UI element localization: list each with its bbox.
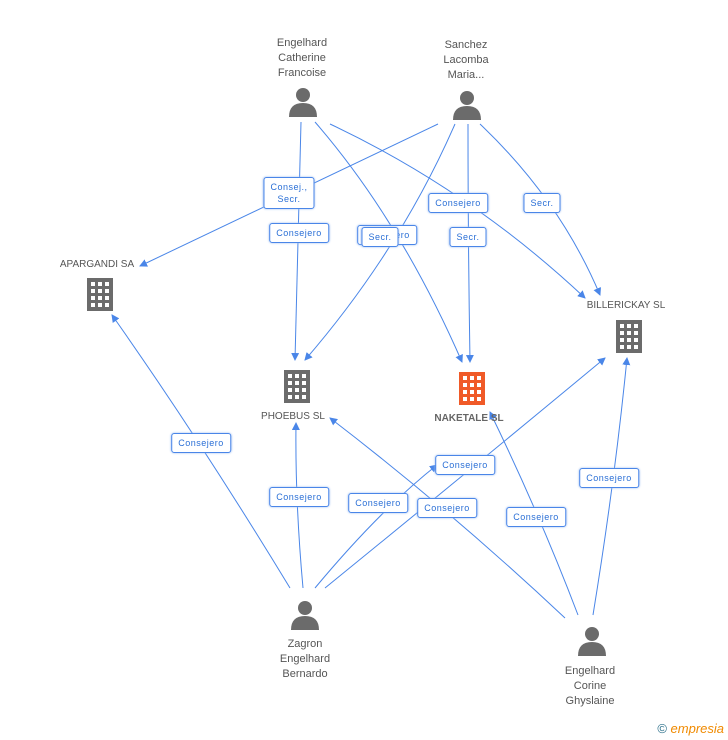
edge-label[interactable]: Consejero (417, 498, 477, 518)
node-label-bil[interactable]: BILLERICKAY SL (587, 298, 666, 313)
edge-zeb-nak (314, 464, 438, 589)
edge-label[interactable]: Consejero (579, 468, 639, 488)
edge-label[interactable]: Consej., Secr. (263, 177, 315, 209)
node-label-zeb[interactable]: Zagron Engelhard Bernardo (280, 637, 330, 682)
edge-label[interactable]: Secr. (523, 193, 561, 213)
copyright-symbol: © (657, 721, 667, 736)
person-icon[interactable] (289, 88, 317, 117)
node-label-apa[interactable]: APARGANDI SA (60, 257, 134, 272)
node-label-slm[interactable]: Sanchez Lacomba Maria... (443, 38, 488, 83)
building-icon[interactable] (616, 320, 642, 353)
node-label-pho[interactable]: PHOEBUS SL (261, 409, 325, 424)
empresia-logo: © empresia (657, 721, 724, 736)
building-icon[interactable] (87, 278, 113, 311)
node-label-nak[interactable]: NAKETALE SL (434, 411, 503, 426)
person-icon[interactable] (291, 601, 319, 630)
edge-label[interactable]: Consejero (348, 493, 408, 513)
edge-label[interactable]: Consejero (506, 507, 566, 527)
edge-label[interactable]: Consejero (435, 455, 495, 475)
edge-label[interactable]: Consejero (269, 487, 329, 507)
building-icon[interactable] (459, 372, 485, 405)
person-icon[interactable] (453, 91, 481, 120)
edge-label[interactable]: Secr. (361, 227, 399, 247)
building-icon[interactable] (284, 370, 310, 403)
node-label-ecf[interactable]: Engelhard Catherine Francoise (277, 36, 327, 81)
edge-label[interactable]: Consejero (428, 193, 488, 213)
edge-label[interactable]: Consejero (171, 433, 231, 453)
edge-label[interactable]: Consejero (269, 223, 329, 243)
node-label-ecg[interactable]: Engelhard Corine Ghyslaine (565, 664, 615, 709)
person-icon[interactable] (578, 627, 606, 656)
edge-label[interactable]: Secr. (449, 227, 487, 247)
network-graph (87, 88, 642, 656)
brand-name: empresia (670, 721, 724, 736)
